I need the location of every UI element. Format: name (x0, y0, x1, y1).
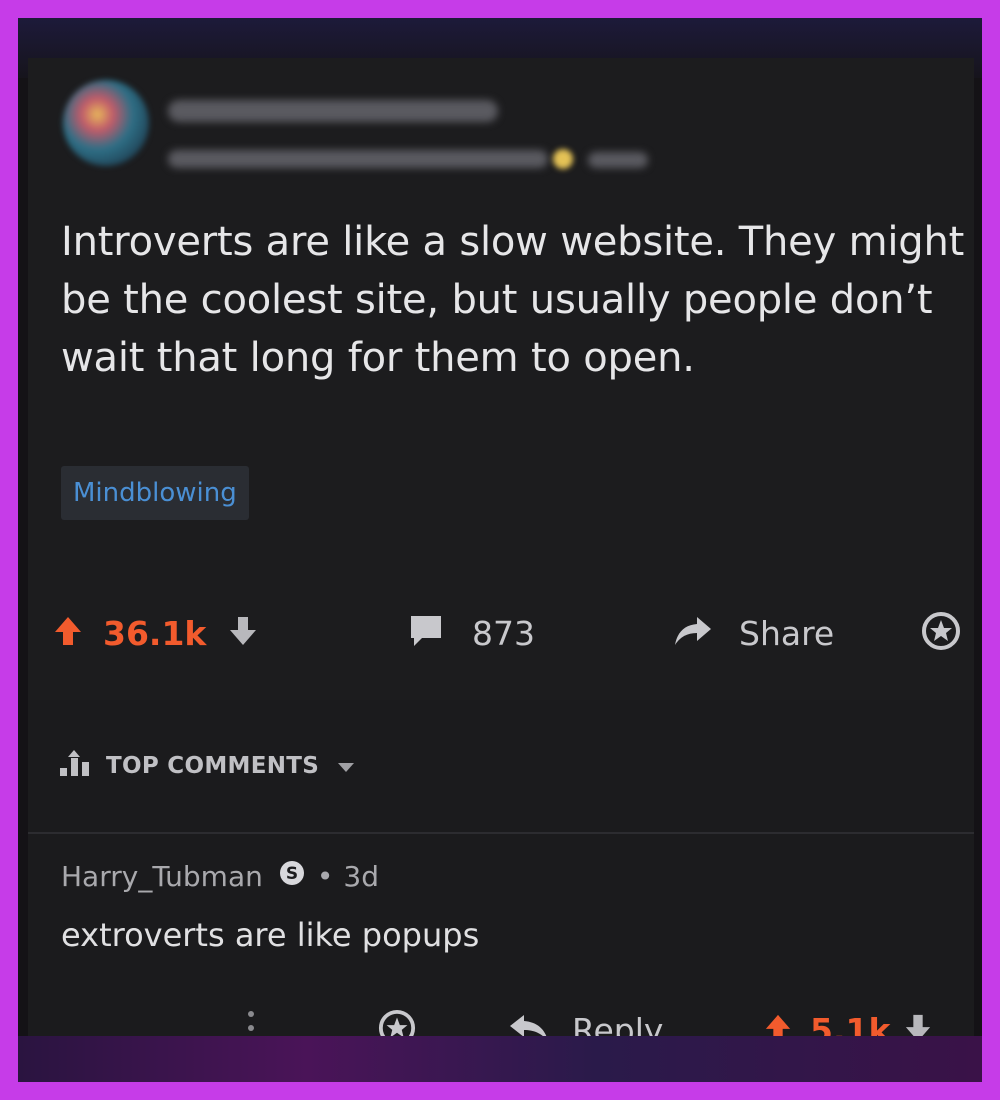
post-flair[interactable]: Mindblowing (61, 466, 249, 520)
post-body: Introverts are like a slow website. They… (61, 219, 965, 381)
comment-actions: Reply 5.1k (28, 998, 974, 1062)
svg-text:S: S (286, 864, 298, 884)
snoo-badge-icon: S (277, 858, 307, 895)
vertical-dots-icon (246, 1008, 256, 1052)
reddit-card: Introverts are like a slow website. They… (28, 58, 974, 1050)
comment-vote-count: 5.1k (810, 1010, 891, 1050)
arrow-down-icon[interactable] (228, 615, 258, 651)
comment-vote-group: 5.1k (764, 998, 932, 1062)
comments-button[interactable]: 873 (408, 598, 535, 668)
post: Introverts are like a slow website. They… (28, 58, 974, 700)
arrow-down-icon[interactable] (904, 1013, 932, 1047)
arrow-up-icon[interactable] (53, 615, 83, 651)
share-arrow-icon (673, 615, 713, 651)
post-vote-group: 36.1k (53, 598, 258, 668)
meta-separator: • (316, 860, 334, 893)
post-age-blurred (588, 152, 648, 168)
reply-label: Reply (572, 1010, 664, 1050)
screenshot-frame: Introverts are like a slow website. They… (18, 18, 982, 1082)
share-label: Share (739, 613, 835, 653)
posted-by-blurred (168, 150, 548, 168)
sort-label: TOP COMMENTS (106, 753, 320, 779)
more-options-button[interactable] (246, 998, 256, 1062)
reply-arrow-icon (508, 1013, 550, 1047)
arrow-up-icon[interactable] (764, 1013, 792, 1047)
chevron-down-icon (337, 753, 355, 779)
subreddit-avatar[interactable] (63, 80, 149, 166)
award-star-icon (921, 611, 961, 655)
reply-button[interactable]: Reply (508, 998, 663, 1062)
comment-award-button[interactable] (378, 998, 416, 1062)
section-divider (28, 832, 974, 834)
award-dot-blurred (553, 149, 573, 169)
comment-body: extroverts are like popups (61, 916, 480, 954)
share-button[interactable]: Share (673, 598, 834, 668)
post-vote-count: 36.1k (103, 613, 207, 653)
comment-meta: Harry_Tubman S • 3d (61, 858, 379, 895)
comment-count: 873 (472, 613, 535, 653)
award-star-icon (378, 1009, 416, 1051)
speech-bubble-icon (408, 614, 444, 652)
bar-chart-icon (58, 748, 94, 784)
award-button[interactable] (921, 598, 961, 668)
post-actions: 36.1k 873 Share (28, 598, 974, 668)
subreddit-name-blurred[interactable] (168, 100, 498, 122)
comment-author[interactable]: Harry_Tubman (61, 860, 263, 893)
sort-comments-button[interactable]: TOP COMMENTS (58, 736, 355, 796)
comment-age: 3d (343, 860, 379, 893)
